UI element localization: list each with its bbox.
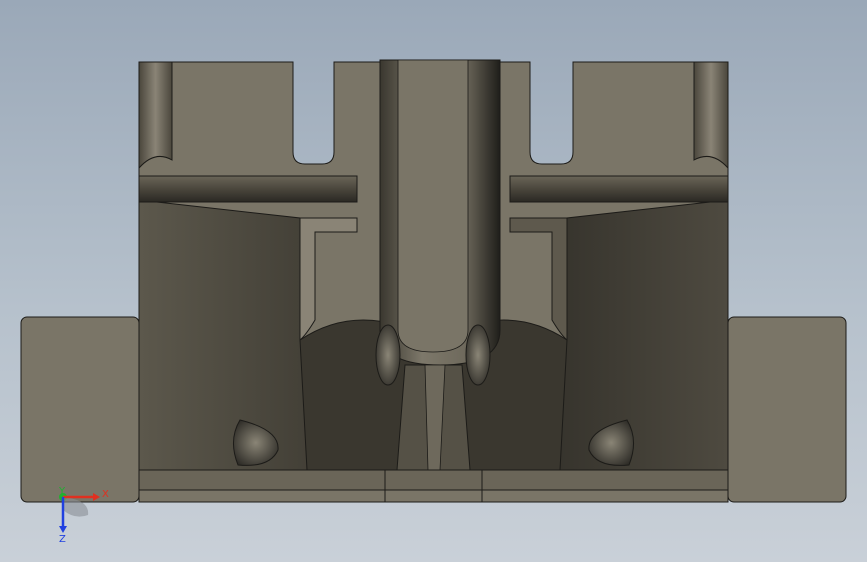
central-bore-inner: [397, 59, 469, 353]
model-view[interactable]: X Y Z: [0, 0, 867, 562]
graphics-viewport[interactable]: X Y Z: [0, 0, 867, 562]
y-axis-label: Y: [58, 486, 66, 497]
base-ledge: [138, 469, 729, 491]
left-cross-rod: [138, 175, 358, 203]
right-top-lug: [693, 61, 729, 170]
z-axis-label: Z: [59, 534, 66, 545]
left-bore-pocket: [375, 324, 401, 386]
left-top-lug: [138, 61, 173, 170]
right-bore-pocket: [465, 324, 491, 386]
base-bottom: [138, 489, 729, 503]
left-flange: [20, 316, 140, 503]
z-axis-head: [59, 526, 67, 533]
right-flange: [727, 316, 847, 503]
x-axis-label: X: [102, 489, 109, 500]
right-cross-rod: [509, 175, 729, 203]
